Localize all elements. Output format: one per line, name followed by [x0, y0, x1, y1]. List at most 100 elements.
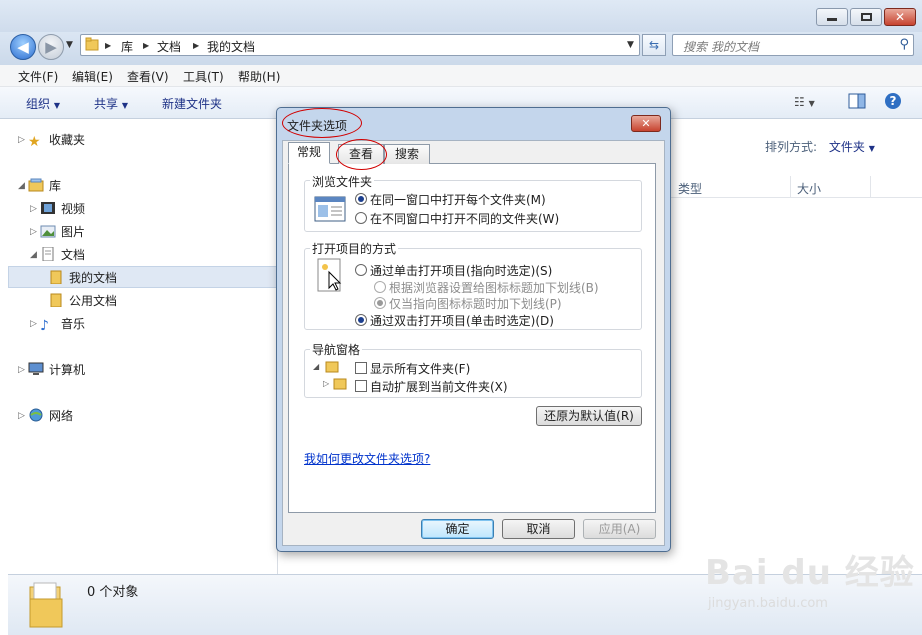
window-close-button[interactable]: ✕ — [884, 8, 916, 26]
picture-icon — [40, 223, 56, 238]
nav-item-libraries[interactable]: 库 — [28, 175, 61, 197]
search-input[interactable]: 搜索 我的文档 ⚲ — [672, 34, 914, 56]
share-label: 共享 — [94, 97, 119, 111]
view-options-icon[interactable]: ☷ ▼ — [794, 95, 815, 109]
item-count: 0 个对象 — [87, 585, 139, 600]
radio-underline-browser[interactable] — [374, 281, 386, 293]
ok-button[interactable]: 确定 — [421, 519, 494, 539]
nav-label: 我的文档 — [69, 271, 118, 285]
expand-arrow-icon[interactable]: ▷ — [18, 405, 25, 427]
restore-defaults-button[interactable]: 还原为默认值(R) — [536, 406, 642, 426]
nav-item-documents[interactable]: 文档 — [40, 244, 85, 266]
show-all-folders-label[interactable]: 显示所有文件夹(F) — [370, 360, 470, 377]
chevron-down-icon: ▼ — [868, 144, 875, 153]
nav-label: 图片 — [61, 225, 86, 239]
option-same-window-label[interactable]: 在同一窗口中打开每个文件夹(M) — [370, 191, 546, 208]
expand-arrow-icon[interactable]: ▷ — [18, 129, 25, 151]
arrange-value: 文件夹 — [828, 140, 865, 154]
nav-item-network[interactable]: 网络 — [28, 405, 73, 427]
breadcrumb-my-documents[interactable]: 我的文档 — [207, 38, 255, 55]
forward-button[interactable]: ▶ — [38, 34, 64, 60]
auto-expand-label[interactable]: 自动扩展到当前文件夹(X) — [370, 378, 508, 395]
menu-help[interactable]: 帮助(H) — [238, 68, 280, 85]
nav-item-computer[interactable]: 计算机 — [28, 359, 85, 381]
annotation-circle-view-tab — [336, 139, 387, 170]
maximize-button[interactable] — [850, 8, 882, 26]
tab-search[interactable]: 搜索 — [384, 144, 430, 164]
breadcrumb-libraries[interactable]: 库 — [121, 38, 133, 55]
menu-view[interactable]: 查看(V) — [127, 68, 169, 85]
window-titlebar: ✕ — [0, 0, 922, 32]
organize-label: 组织 — [26, 97, 51, 111]
collapse-arrow-icon[interactable]: ◢ — [30, 244, 37, 266]
expand-arrow-icon[interactable]: ▷ — [30, 221, 37, 243]
menu-file[interactable]: 文件(F) — [18, 68, 58, 85]
column-divider[interactable] — [790, 176, 791, 198]
forward-arrow-icon: ▶ — [45, 38, 57, 56]
expand-arrow-icon[interactable]: ▷ — [18, 359, 25, 381]
checkbox-show-all-folders[interactable] — [355, 362, 367, 374]
nav-label: 网络 — [49, 409, 74, 423]
arrange-value-dropdown[interactable]: 文件夹 ▼ — [829, 140, 875, 154]
expand-arrow-icon: ▷ — [323, 379, 330, 388]
radio-single-click[interactable] — [355, 264, 367, 276]
tab-general[interactable]: 常规 — [288, 142, 330, 164]
option-double-click-label[interactable]: 通过双击打开项目(单击时选定)(D) — [370, 312, 554, 329]
breadcrumb-separator-icon: ▶ — [143, 41, 150, 50]
radio-same-window[interactable] — [355, 193, 367, 205]
share-button[interactable]: 共享 ▼ — [94, 95, 128, 112]
help-link[interactable]: 我如何更改文件夹选项? — [304, 450, 430, 467]
radio-new-window[interactable] — [355, 212, 367, 224]
option-new-window-label[interactable]: 在不同窗口中打开不同的文件夹(W) — [370, 210, 559, 227]
radio-double-click[interactable] — [355, 314, 367, 326]
nav-item-pictures[interactable]: 图片 — [40, 221, 85, 243]
back-button[interactable]: ◀ — [10, 34, 36, 60]
address-bar[interactable]: ▶ 库 ▶ 文档 ▶ 我的文档 ▼ — [80, 34, 640, 56]
close-icon: ✕ — [641, 117, 651, 130]
breadcrumb-separator-icon: ▶ — [193, 41, 200, 50]
recent-pages-dropdown[interactable]: ▼ — [66, 40, 73, 50]
address-dropdown-icon[interactable]: ▼ — [627, 40, 634, 50]
expand-arrow-icon[interactable]: ▷ — [30, 313, 37, 335]
computer-icon — [28, 361, 44, 375]
column-type[interactable]: 类型 — [678, 180, 702, 197]
menu-edit[interactable]: 编辑(E) — [72, 68, 113, 85]
menu-tools[interactable]: 工具(T) — [183, 68, 224, 85]
apply-button[interactable]: 应用(A) — [583, 519, 656, 539]
column-size[interactable]: 大小 — [797, 180, 821, 197]
minimize-button[interactable] — [816, 8, 848, 26]
organize-button[interactable]: 组织 ▼ — [26, 95, 60, 112]
folder-icon — [85, 37, 99, 54]
annotation-circle-title — [282, 108, 362, 138]
radio-underline-point[interactable] — [374, 297, 386, 309]
menu-bar: 文件(F) 编辑(E) 查看(V) 工具(T) 帮助(H) — [0, 65, 922, 87]
option-single-click-label[interactable]: 通过单击打开项目(指向时选定)(S) — [370, 262, 552, 279]
music-icon: ♪ — [40, 318, 49, 334]
arrange-label: 排列方式: — [765, 140, 818, 154]
nav-item-my-documents[interactable]: 我的文档 — [48, 267, 117, 289]
new-folder-button[interactable]: 新建文件夹 — [162, 95, 222, 112]
svg-text:?: ? — [890, 94, 897, 108]
column-header-row: 类型 大小 — [670, 176, 922, 198]
nav-label: 文档 — [61, 248, 86, 262]
checkbox-auto-expand[interactable] — [355, 380, 367, 392]
search-icon[interactable]: ⚲ — [899, 37, 909, 52]
nav-item-public-documents[interactable]: 公用文档 — [48, 290, 117, 312]
cancel-button[interactable]: 取消 — [502, 519, 575, 539]
option-underline-point-label[interactable]: 仅当指向图标标题时加下划线(P) — [389, 295, 562, 312]
nav-item-favorites[interactable]: ★ 收藏夹 — [28, 129, 85, 151]
column-divider[interactable] — [870, 176, 871, 198]
nav-label: 计算机 — [49, 363, 86, 377]
help-icon[interactable]: ? — [884, 92, 902, 113]
navigation-pane-label: 导航窗格 — [310, 341, 363, 358]
nav-item-videos[interactable]: 视频 — [40, 198, 85, 220]
breadcrumb-documents[interactable]: 文档 — [157, 38, 181, 55]
collapse-arrow-icon[interactable]: ◢ — [18, 175, 25, 197]
dialog-close-button[interactable]: ✕ — [631, 115, 661, 132]
expand-arrow-icon[interactable]: ▷ — [30, 198, 37, 220]
nav-item-music[interactable]: ♪ 音乐 — [40, 313, 85, 335]
refresh-button[interactable]: ⇆ — [642, 34, 666, 56]
option-underline-browser-label[interactable]: 根据浏览器设置给图标标题加下划线(B) — [389, 279, 599, 296]
preview-pane-icon[interactable] — [848, 93, 866, 112]
chevron-down-icon: ▼ — [53, 101, 60, 110]
